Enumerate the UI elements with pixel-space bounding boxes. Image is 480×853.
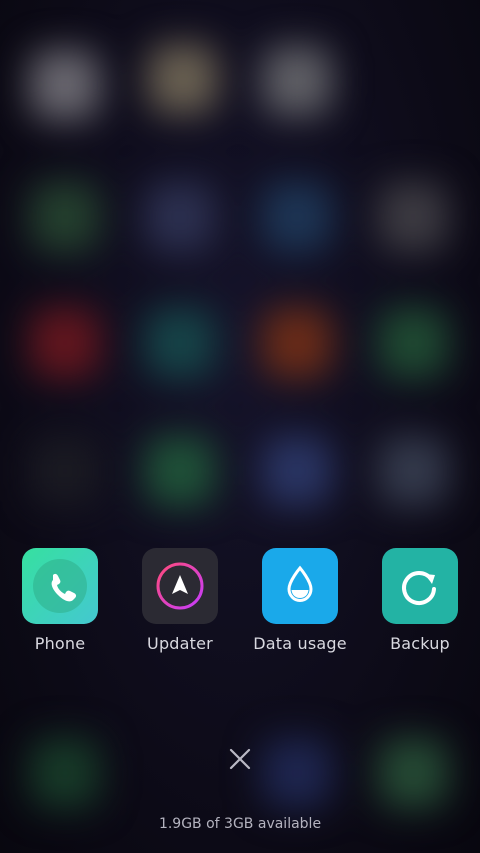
app-phone[interactable]: Phone [5,548,115,653]
close-all-button[interactable] [224,743,256,775]
phone-icon [22,548,98,624]
memory-status-text: 1.9GB of 3GB available [158,816,322,832]
app-label-backup: Backup [390,634,450,653]
recent-apps-screen: Phone Updater Data usage Backup 1.9GB of… [0,0,480,853]
app-backup[interactable]: Backup [365,548,475,653]
recent-apps-row: Phone Updater Data usage Backup [0,548,480,658]
close-icon [229,748,251,770]
updater-arrow-icon [142,548,218,624]
app-label-phone: Phone [34,634,86,653]
app-label-data-usage: Data usage [253,634,347,653]
blurred-home-background [0,0,480,853]
app-updater[interactable]: Updater [125,548,235,653]
water-drop-icon [262,548,338,624]
app-data-usage[interactable]: Data usage [245,548,355,653]
app-label-updater: Updater [147,634,213,653]
backup-refresh-icon [382,548,458,624]
